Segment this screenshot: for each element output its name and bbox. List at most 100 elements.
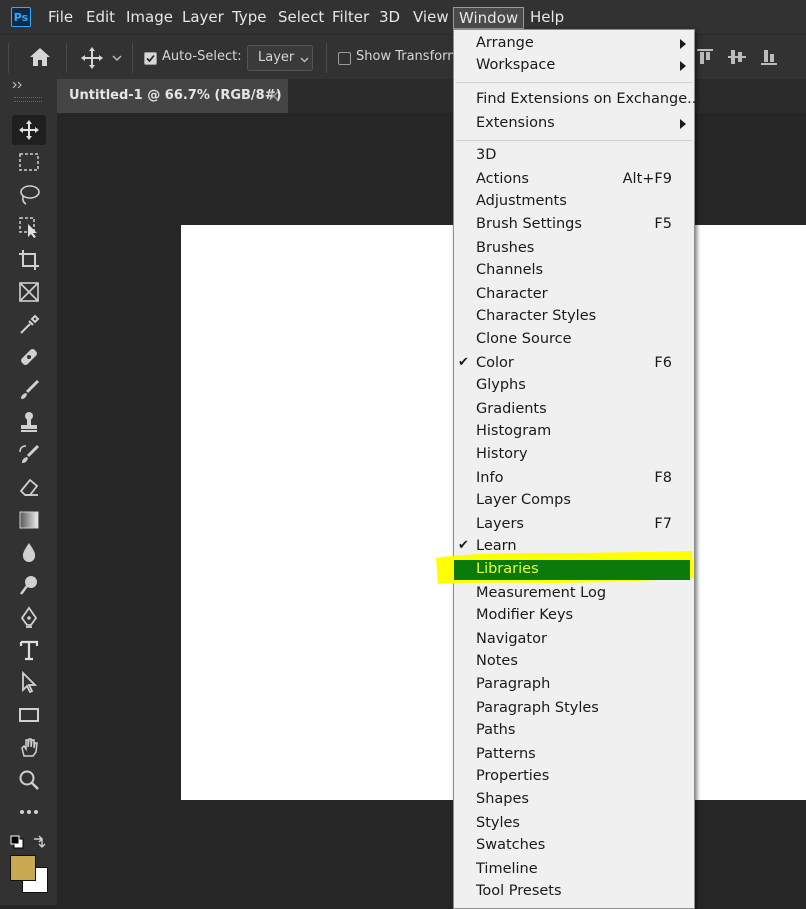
eyedropper-tool[interactable] bbox=[12, 310, 46, 340]
history-brush-icon bbox=[19, 444, 40, 463]
menu-item-shortcut: F7 bbox=[654, 516, 672, 532]
path-selection-tool[interactable] bbox=[12, 667, 46, 697]
menu-item-paths[interactable]: Paths bbox=[454, 720, 694, 742]
menu-item-extensions[interactable]: Extensions bbox=[454, 113, 694, 135]
chevron-down-icon[interactable] bbox=[112, 55, 122, 63]
menu-item-label: Character Styles bbox=[476, 308, 597, 324]
menu-item-notes[interactable]: Notes bbox=[454, 651, 694, 673]
menu-item-info[interactable]: Info F8 bbox=[454, 468, 694, 490]
menu-filter[interactable]: Filter bbox=[332, 0, 369, 34]
align-vertical-center-icon[interactable] bbox=[728, 47, 746, 67]
menu-item-color[interactable]: ✔ Color F6 bbox=[454, 353, 694, 375]
menu-item-paragraph[interactable]: Paragraph bbox=[454, 674, 694, 696]
menu-item-label: Info bbox=[476, 470, 504, 486]
hand-tool[interactable] bbox=[12, 732, 46, 762]
menu-item-label: Color bbox=[476, 355, 514, 371]
crop-tool[interactable] bbox=[12, 245, 46, 275]
menu-item-label: Libraries bbox=[476, 561, 539, 577]
gradient-tool[interactable] bbox=[12, 505, 46, 535]
history-brush-tool[interactable] bbox=[12, 440, 46, 470]
brush-tool[interactable] bbox=[12, 375, 46, 405]
frame-tool[interactable] bbox=[12, 277, 46, 307]
menu-item-character-styles[interactable]: Character Styles bbox=[454, 306, 694, 328]
menu-item-label: Shapes bbox=[476, 791, 529, 807]
menu-layer[interactable]: Layer bbox=[182, 0, 224, 34]
menu-item-3d[interactable]: 3D bbox=[454, 145, 694, 167]
align-top-icon[interactable] bbox=[697, 47, 713, 67]
document-tab[interactable]: Untitled-1 @ 66.7% (RGB/8#) × bbox=[57, 79, 288, 113]
foreground-color-swatch[interactable] bbox=[10, 855, 36, 881]
menu-item-history[interactable]: History bbox=[454, 444, 694, 466]
spot-healing-tool[interactable] bbox=[12, 342, 46, 372]
auto-select-dropdown[interactable]: Layer bbox=[247, 45, 313, 71]
home-icon[interactable] bbox=[28, 46, 52, 68]
menu-item-label: Tool Presets bbox=[476, 883, 562, 899]
menu-3d[interactable]: 3D bbox=[379, 0, 400, 34]
menu-item-actions[interactable]: Actions Alt+F9 bbox=[454, 169, 694, 191]
menu-item-channels[interactable]: Channels bbox=[454, 260, 694, 282]
zoom-icon bbox=[19, 770, 39, 790]
menu-item-paragraph-styles[interactable]: Paragraph Styles bbox=[454, 698, 694, 720]
menu-item-gradients[interactable]: Gradients bbox=[454, 399, 694, 421]
menu-item-adjustments[interactable]: Adjustments bbox=[454, 191, 694, 213]
menu-item-properties[interactable]: Properties bbox=[454, 766, 694, 788]
blur-tool[interactable] bbox=[12, 537, 46, 567]
menu-item-modifier-keys[interactable]: Modifier Keys bbox=[454, 605, 694, 627]
object-selection-tool[interactable] bbox=[12, 212, 46, 242]
menu-item-glyphs[interactable]: Glyphs bbox=[454, 375, 694, 397]
menu-item-swatches[interactable]: Swatches bbox=[454, 835, 694, 857]
menu-select[interactable]: Select bbox=[278, 0, 324, 34]
toolbox-grip[interactable] bbox=[14, 97, 42, 102]
auto-select-checkbox[interactable] bbox=[144, 52, 157, 65]
menu-image[interactable]: Image bbox=[126, 0, 173, 34]
lasso-tool[interactable] bbox=[12, 180, 46, 210]
menu-item-tool-presets[interactable]: Tool Presets bbox=[454, 881, 694, 903]
show-transform-checkbox[interactable] bbox=[338, 52, 351, 65]
pen-tool[interactable] bbox=[12, 602, 46, 632]
type-tool[interactable] bbox=[12, 635, 46, 665]
more-tools[interactable] bbox=[12, 797, 46, 827]
move-icon[interactable] bbox=[80, 46, 104, 70]
menu-item-shapes[interactable]: Shapes bbox=[454, 789, 694, 811]
menu-type[interactable]: Type bbox=[232, 0, 266, 34]
menu-item-workspace[interactable]: Workspace bbox=[454, 55, 694, 77]
default-colors-icon[interactable] bbox=[10, 835, 24, 849]
menu-view[interactable]: View bbox=[413, 0, 449, 34]
options-divider bbox=[132, 43, 133, 73]
menu-item-libraries[interactable]: Libraries bbox=[454, 559, 694, 581]
menu-item-histogram[interactable]: Histogram bbox=[454, 421, 694, 443]
dodge-tool[interactable] bbox=[12, 570, 46, 600]
menu-item-navigator[interactable]: Navigator bbox=[454, 629, 694, 651]
photoshop-logo[interactable]: Ps bbox=[11, 7, 31, 27]
menu-item-label: Extensions bbox=[476, 115, 555, 131]
move-tool[interactable] bbox=[12, 115, 46, 145]
menu-item-layers[interactable]: Layers F7 bbox=[454, 514, 694, 536]
eraser-tool[interactable] bbox=[12, 472, 46, 502]
zoom-tool[interactable] bbox=[12, 765, 46, 795]
menu-item-arrange[interactable]: Arrange bbox=[454, 33, 694, 55]
clone-stamp-tool[interactable] bbox=[12, 407, 46, 437]
menu-item-measurement-log[interactable]: Measurement Log bbox=[454, 583, 694, 605]
rectangular-marquee-tool[interactable] bbox=[12, 147, 46, 177]
swap-colors-icon[interactable] bbox=[32, 835, 46, 849]
healing-brush-icon bbox=[21, 349, 37, 365]
menu-item-styles[interactable]: Styles bbox=[454, 813, 694, 835]
menu-item-label: Swatches bbox=[476, 837, 546, 853]
menu-window[interactable]: Window bbox=[453, 7, 525, 29]
rectangle-tool[interactable] bbox=[12, 700, 46, 730]
menu-item-label: Actions bbox=[476, 171, 529, 187]
menu-item-find-extensions[interactable]: Find Extensions on Exchange... bbox=[454, 89, 701, 111]
menu-item-timeline[interactable]: Timeline bbox=[454, 859, 694, 881]
expand-panel-icon[interactable] bbox=[12, 81, 24, 89]
menu-item-character[interactable]: Character bbox=[454, 284, 694, 306]
menu-file[interactable]: File bbox=[48, 0, 73, 34]
menu-item-clone-source[interactable]: Clone Source bbox=[454, 329, 694, 351]
menu-item-brushes[interactable]: Brushes bbox=[454, 238, 694, 260]
menu-item-patterns[interactable]: Patterns bbox=[454, 744, 694, 766]
menu-edit[interactable]: Edit bbox=[86, 0, 115, 34]
align-bottom-icon[interactable] bbox=[761, 47, 777, 67]
close-icon[interactable]: × bbox=[267, 86, 280, 105]
hand-icon bbox=[21, 738, 38, 757]
menu-item-brush-settings[interactable]: Brush Settings F5 bbox=[454, 214, 694, 236]
menu-item-layer-comps[interactable]: Layer Comps bbox=[454, 490, 694, 512]
